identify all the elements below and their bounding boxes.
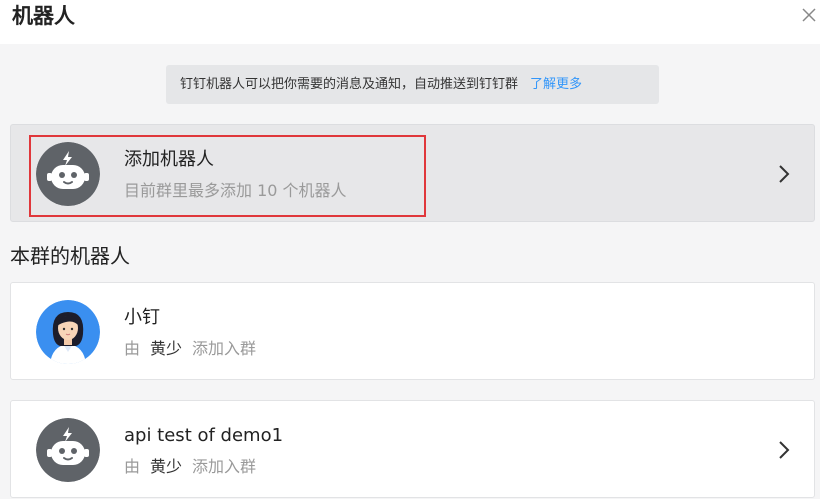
notice-text: 钉钉机器人可以把你需要的消息及通知，自动推送到钉钉群 (180, 77, 519, 92)
robot-name: 小钉 (124, 307, 160, 328)
robot-icon (36, 418, 100, 482)
dialog-header: 机器人 (0, 0, 820, 44)
robot-list-item[interactable]: 小钉 由黄少 添加入群 (10, 282, 815, 380)
chevron-right-icon (779, 165, 790, 183)
robot-list-item[interactable]: api test of demo1 由黄少 添加入群 (10, 400, 815, 498)
robot-meta: 由黄少 添加入群 (124, 337, 256, 361)
robot-icon (36, 142, 100, 206)
chevron-right-icon (779, 441, 790, 459)
add-robot-title: 添加机器人 (124, 149, 214, 170)
section-title: 本群的机器人 (10, 244, 130, 268)
add-robot-card[interactable]: 添加机器人 目前群里最多添加 10 个机器人 (10, 124, 815, 222)
info-notice: 钉钉机器人可以把你需要的消息及通知，自动推送到钉钉群 了解更多 (166, 65, 659, 104)
add-robot-subtitle: 目前群里最多添加 10 个机器人 (124, 181, 347, 200)
dialog-title: 机器人 (12, 4, 75, 28)
robot-name: api test of demo1 (124, 425, 284, 446)
robot-meta-by: 由 (124, 457, 141, 476)
robot-meta-action: 添加入群 (192, 339, 257, 358)
robot-meta-action: 添加入群 (192, 457, 257, 476)
robot-owner: 黄少 (150, 339, 183, 358)
robot-owner: 黄少 (150, 457, 183, 476)
person-avatar-icon (36, 300, 100, 364)
robot-meta: 由黄少 添加入群 (124, 455, 256, 479)
learn-more-link[interactable]: 了解更多 (530, 77, 582, 92)
close-icon[interactable] (799, 5, 819, 25)
robot-meta-by: 由 (124, 339, 141, 358)
